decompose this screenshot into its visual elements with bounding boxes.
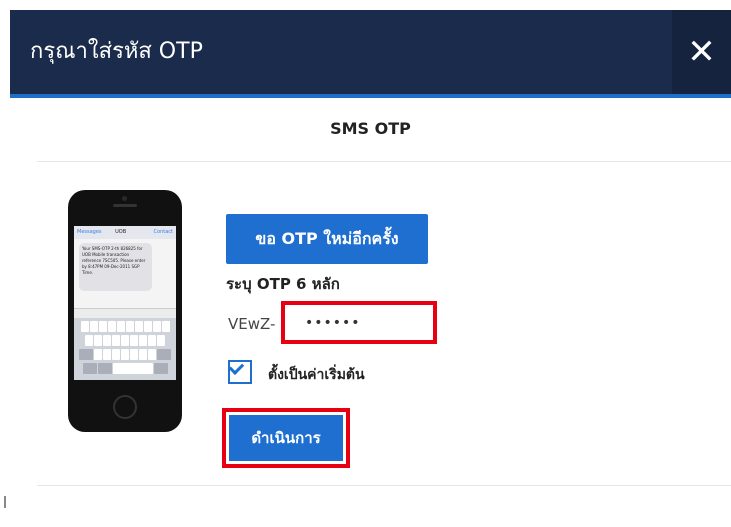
corner-mark: [4, 496, 6, 508]
divider: [37, 161, 731, 162]
otp-prefix: VEwZ-: [228, 315, 276, 333]
phone-message-input: [74, 308, 176, 318]
otp-input[interactable]: [281, 301, 437, 344]
phone-illustration: Messages UOB Contact Your SMS-OTP 2-th 8…: [68, 190, 182, 432]
phone-header-action: Contact: [153, 229, 173, 235]
phone-header-title: UOB: [115, 229, 127, 235]
default-checkbox[interactable]: [228, 359, 252, 384]
section-title: SMS OTP: [330, 119, 411, 138]
dialog-title: กรุณาใส่รหัส OTP: [30, 39, 203, 64]
checkmark-icon: [228, 359, 245, 375]
phone-screen: Messages UOB Contact Your SMS-OTP 2-th 8…: [74, 226, 176, 380]
close-button[interactable]: ✕: [672, 10, 731, 94]
resend-otp-button[interactable]: ขอ OTP ใหม่อีกครั้ง: [226, 214, 428, 264]
continue-button[interactable]: ดำเนินการ: [229, 415, 343, 461]
divider: [37, 485, 731, 486]
close-icon: ✕: [687, 32, 716, 72]
phone-message-header: Messages UOB Contact: [74, 226, 176, 239]
dialog-header: กรุณาใส่รหัส OTP ✕: [10, 10, 731, 94]
otp-label: ระบุ OTP 6 หลัก: [226, 275, 340, 293]
phone-keyboard: [74, 318, 176, 380]
phone-sms-bubble: Your SMS-OTP 2-th 826825 for UOB Mobile …: [79, 243, 152, 291]
phone-speaker-icon: [113, 204, 137, 207]
default-checkbox-label: ตั้งเป็นค่าเริ่มต้น: [268, 367, 365, 383]
phone-camera-icon: [122, 196, 127, 201]
phone-home-button-icon: [113, 395, 137, 419]
phone-header-back: Messages: [77, 229, 102, 235]
